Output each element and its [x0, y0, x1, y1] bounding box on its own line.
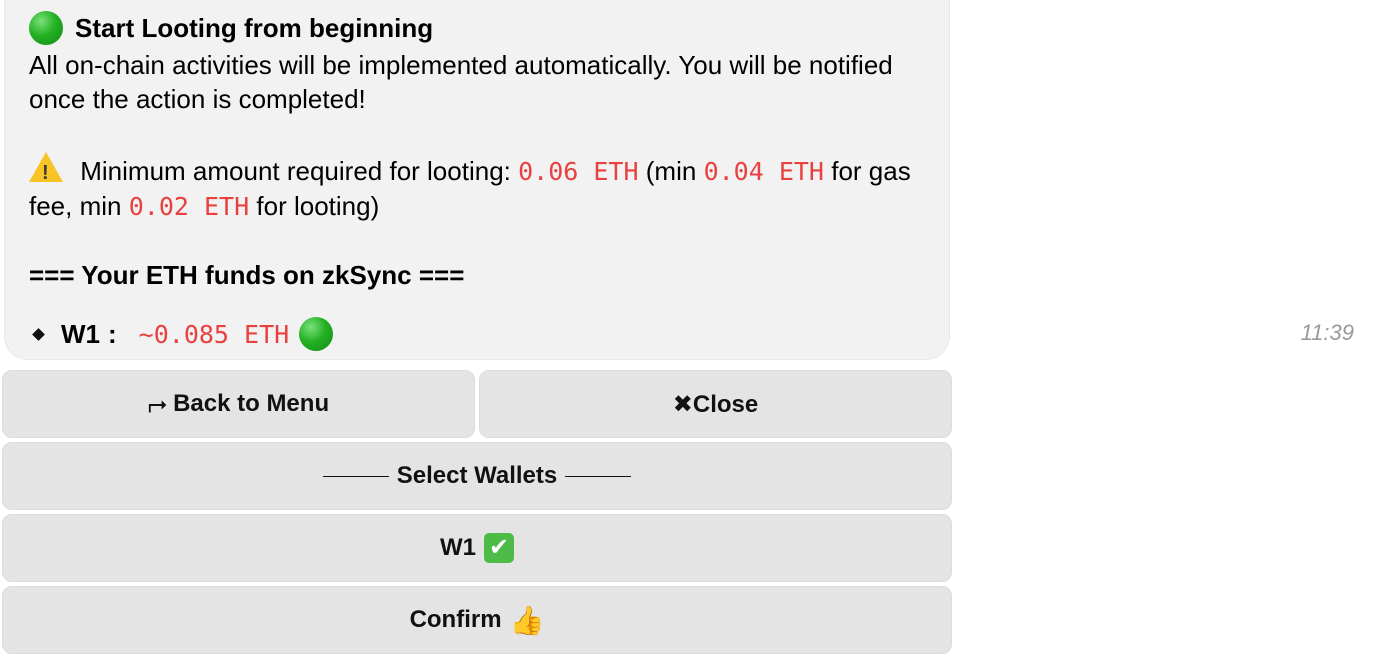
message-bubble: Start Looting from beginning All on-chai… [4, 0, 950, 360]
message-title-line: Start Looting from beginning [29, 8, 923, 48]
divider-line [322, 475, 389, 477]
select-wallets-button[interactable]: Select Wallets [2, 442, 952, 510]
message-title: Start Looting from beginning [75, 13, 434, 43]
funds-header: === Your ETH funds on zkSync === [29, 260, 465, 290]
wallet-balance-line: W1 : ~0.085 ETH [32, 314, 345, 354]
return-arrow-icon: ⮣ [147, 390, 168, 417]
back-to-menu-label: Back to Menu [173, 390, 330, 417]
minimum-amount-text: ! Minimum amount required for looting: 0… [29, 150, 923, 224]
min-loot-amount: 0.02 ETH [128, 192, 250, 221]
wallet-separator: : [108, 318, 117, 349]
intro-text: All on-chain activities will be implemen… [29, 50, 893, 114]
min-total-amount: 0.06 ETH [518, 157, 639, 186]
wallet-w1-label: W1 [440, 534, 476, 561]
message-timestamp: 11:39 [1300, 320, 1354, 345]
warning-icon: ! [29, 152, 63, 184]
check-mark-icon: ✔ [484, 533, 514, 563]
close-button[interactable]: ✖Close [479, 370, 952, 438]
wallet-amount: ~0.085 ETH [138, 319, 290, 349]
green-circle-icon [299, 317, 334, 351]
select-wallets-label: Select Wallets [396, 462, 558, 489]
divider-line [565, 475, 632, 477]
back-to-menu-button[interactable]: ⮣ Back to Menu [2, 370, 475, 438]
green-circle-icon [29, 11, 63, 45]
confirm-label: Confirm [409, 606, 502, 633]
close-label: ✖Close [672, 390, 759, 418]
diamond-bullet-icon [32, 327, 45, 341]
wallet-name: W1 [61, 318, 100, 349]
min-gas-amount: 0.04 ETH [703, 157, 824, 186]
wallet-w1-button[interactable]: W1 ✔ [2, 514, 952, 582]
confirm-button[interactable]: Confirm 👍 [2, 586, 952, 654]
thumbs-up-icon: 👍 [509, 604, 545, 636]
